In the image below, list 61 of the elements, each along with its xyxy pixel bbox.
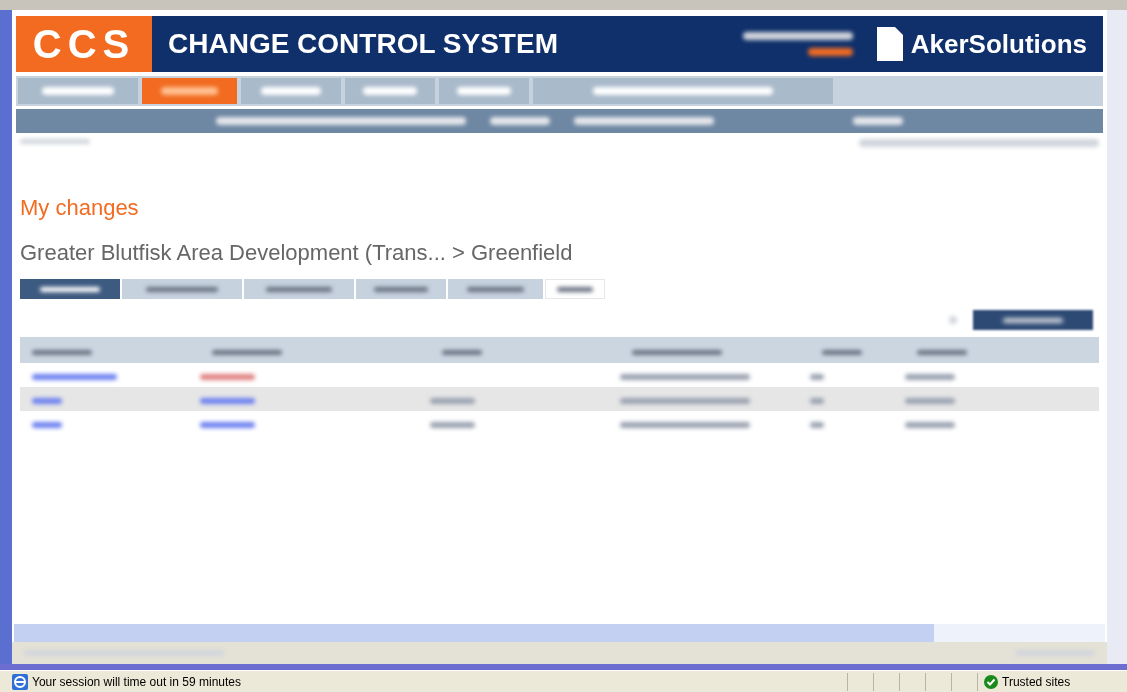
security-zone: Trusted sites bbox=[1002, 673, 1071, 691]
horizontal-scrollbar[interactable] bbox=[14, 624, 1105, 642]
blurred-text bbox=[810, 398, 824, 404]
view-tab[interactable] bbox=[20, 279, 120, 299]
view-tab[interactable] bbox=[448, 279, 543, 299]
nav-tab[interactable] bbox=[439, 78, 529, 104]
blurred-text bbox=[40, 286, 100, 292]
document-icon bbox=[876, 27, 903, 61]
blurred-text bbox=[200, 374, 255, 380]
blurred-text bbox=[490, 117, 550, 125]
blurred-text bbox=[917, 350, 967, 355]
view-tab[interactable] bbox=[244, 279, 354, 299]
blurred-text bbox=[430, 398, 475, 404]
view-tab[interactable] bbox=[356, 279, 446, 299]
table-row[interactable] bbox=[20, 387, 1099, 411]
nav-tab[interactable] bbox=[241, 78, 341, 104]
blurred-text bbox=[261, 87, 321, 95]
blurred-text bbox=[810, 422, 824, 428]
blurred-text bbox=[20, 139, 90, 144]
scrollbar-thumb[interactable] bbox=[14, 624, 934, 642]
blurred-text bbox=[146, 286, 218, 292]
blurred-text bbox=[807, 48, 853, 56]
blurred-text bbox=[212, 350, 282, 355]
blurred-text bbox=[32, 398, 62, 404]
blurred-text bbox=[363, 87, 417, 95]
check-icon bbox=[984, 674, 998, 689]
blurred-text bbox=[374, 286, 428, 292]
view-tab[interactable] bbox=[122, 279, 242, 299]
blurred-text bbox=[442, 350, 482, 355]
breadcrumb: Greater Blutfisk Area Development (Trans... > Greenfield bbox=[20, 239, 574, 267]
blurred-text bbox=[457, 87, 511, 95]
blurred-text bbox=[905, 422, 955, 428]
nav-tab[interactable] bbox=[18, 78, 138, 104]
blurred-text bbox=[905, 398, 955, 404]
blurred-text bbox=[32, 422, 62, 428]
blurred-text bbox=[949, 316, 957, 324]
vertical-scrollbar[interactable] bbox=[1107, 10, 1127, 664]
blurred-text bbox=[200, 422, 255, 428]
blurred-text bbox=[42, 87, 114, 95]
logo: CCS bbox=[16, 16, 152, 72]
nav-tab[interactable] bbox=[142, 78, 237, 104]
status-message: Your session will time out in 59 minutes bbox=[32, 673, 241, 691]
blurred-text bbox=[266, 286, 332, 292]
blurred-text bbox=[430, 422, 475, 428]
nav-tab[interactable] bbox=[345, 78, 435, 104]
blurred-text bbox=[467, 286, 524, 292]
brand-logo: AkerSolutions bbox=[910, 27, 1087, 61]
blurred-text bbox=[200, 398, 255, 404]
view-tab[interactable] bbox=[545, 279, 605, 299]
blurred-text bbox=[32, 350, 92, 355]
blurred-text bbox=[161, 87, 218, 95]
blurred-text bbox=[1003, 317, 1063, 323]
nav-tab[interactable] bbox=[533, 78, 833, 104]
blurred-text bbox=[853, 117, 903, 125]
blurred-text bbox=[557, 286, 593, 292]
blurred-text bbox=[810, 374, 824, 380]
blurred-text bbox=[822, 350, 862, 355]
blurred-text bbox=[905, 374, 955, 380]
app-title: CHANGE CONTROL SYSTEM bbox=[168, 27, 558, 61]
action-button[interactable] bbox=[973, 310, 1093, 330]
page-heading: My changes bbox=[20, 194, 140, 222]
